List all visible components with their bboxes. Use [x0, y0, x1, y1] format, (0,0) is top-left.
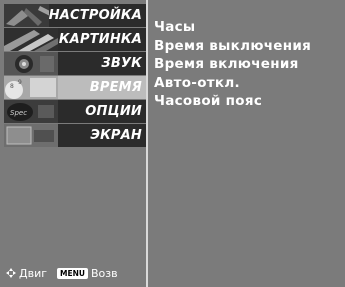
- option-time-zone[interactable]: Часовой пояс: [154, 92, 311, 111]
- menu-item-label: КАРТИНКА: [58, 28, 146, 51]
- move-arrows-icon: [6, 268, 16, 278]
- menu-item-label: ОПЦИИ: [58, 100, 146, 123]
- option-on-time[interactable]: Время включения: [154, 55, 311, 74]
- audio-icon: [4, 52, 58, 75]
- tv-osd-screen: НАСТРОЙКА КАРТИНКА ЗВУК 8 9 ВРЕМЯ Spec О…: [0, 0, 345, 287]
- back-hint-label: Возв: [90, 266, 118, 280]
- time-icon: 8 9: [4, 76, 58, 99]
- main-menu-sidebar: НАСТРОЙКА КАРТИНКА ЗВУК 8 9 ВРЕМЯ Spec О…: [0, 0, 148, 287]
- menu-item-option[interactable]: Spec ОПЦИИ: [4, 100, 146, 123]
- option-off-time[interactable]: Время выключения: [154, 37, 311, 56]
- move-hint-label: Двиг: [19, 266, 48, 280]
- menu-key-badge: MENU: [57, 267, 88, 279]
- main-menu: НАСТРОЙКА КАРТИНКА ЗВУК 8 9 ВРЕМЯ Spec О…: [4, 4, 146, 148]
- menu-item-picture[interactable]: КАРТИНКА: [4, 28, 146, 51]
- navigation-hint: Двиг MENU Возв: [6, 266, 118, 280]
- option-icon: Spec: [4, 100, 58, 123]
- svg-text:9: 9: [18, 79, 22, 86]
- menu-item-label: НАСТРОЙКА: [48, 4, 146, 27]
- setup-icon: [4, 4, 49, 27]
- picture-icon: [4, 28, 58, 51]
- option-clock[interactable]: Часы: [154, 18, 311, 37]
- option-auto-sleep[interactable]: Авто-откл.: [154, 74, 311, 93]
- svg-text:Spec: Spec: [10, 109, 27, 117]
- menu-item-label: ЗВУК: [58, 52, 146, 75]
- screen-icon: [4, 124, 58, 147]
- svg-text:8: 8: [10, 83, 14, 90]
- menu-item-label: ВРЕМЯ: [58, 76, 146, 99]
- menu-item-time[interactable]: 8 9 ВРЕМЯ: [4, 76, 146, 99]
- menu-item-audio[interactable]: ЗВУК: [4, 52, 146, 75]
- time-options-list: Часы Время выключения Время включения Ав…: [154, 18, 311, 111]
- time-submenu-panel: Часы Время выключения Время включения Ав…: [148, 0, 345, 287]
- menu-item-label: ЭКРАН: [58, 124, 146, 147]
- menu-item-setup[interactable]: НАСТРОЙКА: [4, 4, 146, 27]
- menu-item-screen[interactable]: ЭКРАН: [4, 124, 146, 147]
